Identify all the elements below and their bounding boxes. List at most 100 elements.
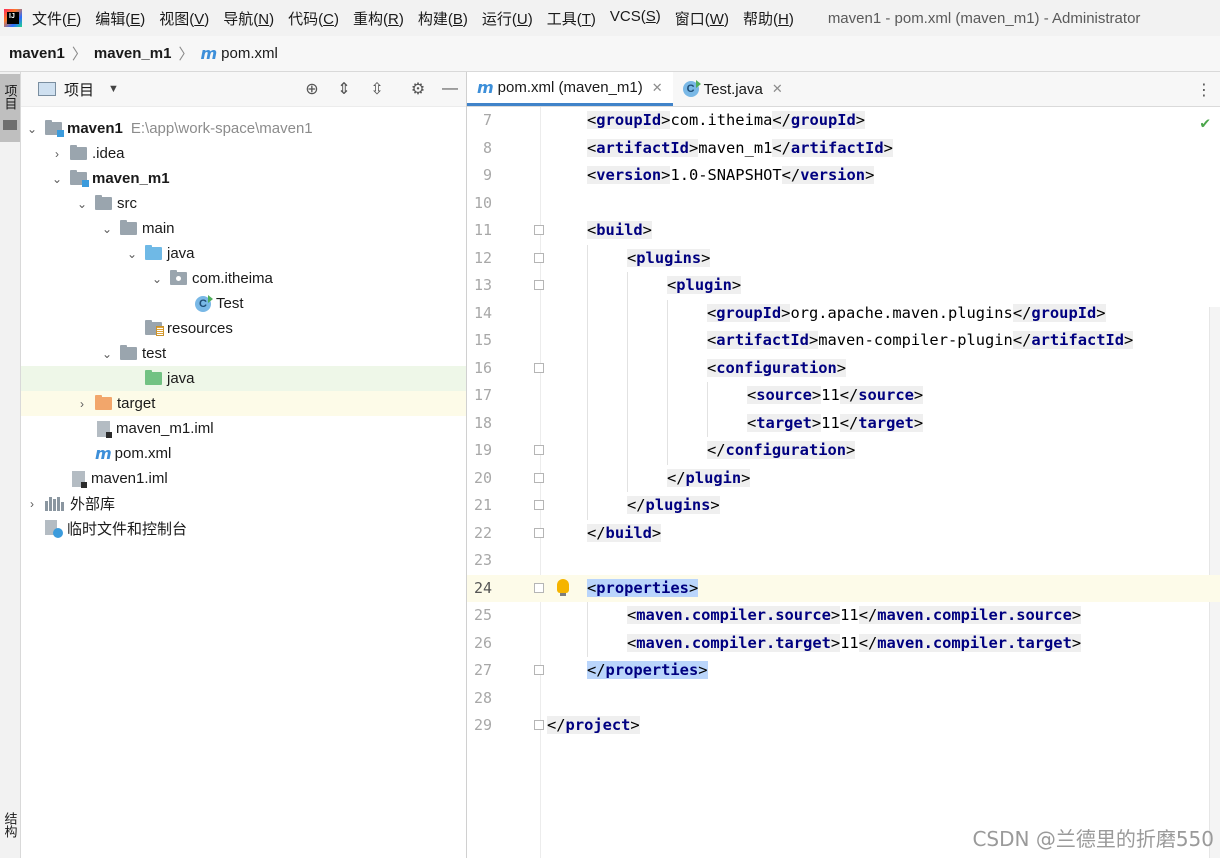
tree-item[interactable]: ⌄ java xyxy=(21,241,466,266)
more-options-icon[interactable]: ⋮ xyxy=(1196,80,1212,100)
tree-item[interactable]: ›resources xyxy=(21,316,466,341)
lightbulb-icon[interactable] xyxy=(557,578,569,596)
tree-item[interactable]: ⌄ main xyxy=(21,216,466,241)
project-panel-header: 项目 ▼ ⊕ ⇕ ⇳ ⚙ — xyxy=(21,72,466,107)
fold-marker-icon[interactable] xyxy=(534,527,544,538)
tree-item[interactable]: ⌄ src xyxy=(21,191,466,216)
xml-close-tag: </artifactId> xyxy=(1012,331,1134,349)
fold-marker-icon[interactable] xyxy=(534,280,544,290)
menu-item-10[interactable]: 窗口(W) xyxy=(675,8,729,29)
tree-item-label: target xyxy=(117,395,156,412)
chevron-down-icon[interactable]: ⌄ xyxy=(100,347,114,361)
fold-marker-icon[interactable] xyxy=(534,445,544,455)
window-title: maven1 - pom.xml (maven_m1) - Administra… xyxy=(827,9,1141,27)
xml-open-tag: <source> xyxy=(747,386,822,404)
menu-item-3[interactable]: 导航(N) xyxy=(223,8,274,29)
xml-close-tag: </groupId> xyxy=(772,111,866,129)
xml-open-tag: <groupId> xyxy=(587,111,671,129)
project-tool-tab[interactable]: 项目 xyxy=(0,74,20,142)
menu-item-7[interactable]: 运行(U) xyxy=(482,8,533,29)
menu-item-label: VCS xyxy=(609,7,641,25)
tree-item[interactable]: ⌄ maven_m1 xyxy=(21,166,466,191)
code-line: 16 <configuration> xyxy=(467,355,1220,383)
breadcrumb-module[interactable]: maven_m1 xyxy=(94,45,172,62)
xml-value: 11 xyxy=(840,633,859,652)
tree-item[interactable]: ›maven_m1.iml xyxy=(21,416,466,441)
folder-icon xyxy=(95,195,112,210)
close-icon[interactable]: ✕ xyxy=(652,80,663,96)
line-number: 12 xyxy=(473,248,492,267)
line-number: 17 xyxy=(473,386,492,404)
fold-marker-icon[interactable] xyxy=(534,225,544,235)
menu-item-11[interactable]: 帮助(H) xyxy=(743,8,794,29)
close-icon[interactable]: ✕ xyxy=(772,81,783,97)
code-editor[interactable]: ✔ 7 <groupId>com.itheima</groupId> 8 <artif… xyxy=(467,107,1220,858)
tree-item[interactable]: › 外部库 xyxy=(21,491,466,516)
fold-marker-icon[interactable] xyxy=(534,665,544,675)
xml-close-tag: </plugin> xyxy=(667,468,751,487)
tree-item[interactable]: ⌄ com.itheima xyxy=(21,266,466,291)
code-text: <plugin> xyxy=(667,272,742,300)
menu-item-9[interactable]: VCS(S) xyxy=(610,8,661,29)
expand-all-icon[interactable]: ⇕ xyxy=(333,78,355,100)
line-number: 9 xyxy=(482,166,492,184)
fold-marker-icon[interactable] xyxy=(534,472,544,483)
chevron-right-icon[interactable]: › xyxy=(25,497,39,511)
chevron-down-icon[interactable]: ⌄ xyxy=(50,172,64,186)
project-panel-title[interactable]: 项目 xyxy=(64,79,94,100)
breadcrumb-file[interactable]: pom.xml xyxy=(221,45,278,62)
menu-item-mnemonic: S xyxy=(645,7,656,25)
menu-item-4[interactable]: 代码(C) xyxy=(288,8,339,29)
tree-item[interactable]: ›CTest xyxy=(21,291,466,316)
xml-tag-name: artifactId xyxy=(790,138,884,157)
tab-pom-xml[interactable]: m pom.xml (maven_m1) ✕ xyxy=(467,72,673,106)
tree-item[interactable]: › target xyxy=(21,391,466,416)
indent-guide xyxy=(587,602,588,657)
tree-item[interactable]: ⌄ test xyxy=(21,341,466,366)
chevron-right-icon[interactable]: › xyxy=(75,397,89,411)
tree-item[interactable]: ›java xyxy=(21,366,466,391)
xml-value: maven_m1 xyxy=(698,138,773,157)
menu-item-mnemonic: W xyxy=(709,10,724,28)
chevron-right-icon[interactable]: › xyxy=(50,147,64,161)
menu-item-0[interactable]: 文件(F) xyxy=(32,8,81,29)
tree-item[interactable]: ›maven1.iml xyxy=(21,466,466,491)
tree-item[interactable]: ›mpom.xml xyxy=(21,441,466,466)
breadcrumb-project[interactable]: maven1 xyxy=(9,45,65,62)
code-text: <version>1.0-SNAPSHOT</version> xyxy=(587,162,875,190)
fold-marker-icon[interactable] xyxy=(534,720,544,730)
fold-marker-icon[interactable] xyxy=(534,500,544,510)
collapse-all-icon[interactable]: ⇳ xyxy=(366,78,388,100)
locate-target-icon[interactable]: ⊕ xyxy=(301,78,323,100)
menu-item-5[interactable]: 重构(R) xyxy=(353,8,404,29)
folder-icon xyxy=(70,145,87,160)
menu-item-2[interactable]: 视图(V) xyxy=(159,8,209,29)
gear-icon[interactable]: ⚙ xyxy=(407,78,429,100)
minimize-icon[interactable]: — xyxy=(439,78,461,100)
chevron-down-icon[interactable]: ⌄ xyxy=(25,122,39,136)
tree-item[interactable]: ›临时文件和控制台 xyxy=(21,516,466,541)
tree-item[interactable]: ⌄ maven1 E:\app\work-space\maven1 xyxy=(21,116,466,141)
fold-marker-icon[interactable] xyxy=(534,362,544,373)
xml-value: org.apache.maven.plugins xyxy=(790,303,1013,322)
tab-test-java[interactable]: C Test.java ✕ xyxy=(673,72,793,106)
fold-marker-icon[interactable] xyxy=(534,252,544,263)
chevron-down-icon[interactable]: ⌄ xyxy=(150,272,164,286)
xml-value: 11 xyxy=(821,413,840,432)
line-number: 8 xyxy=(482,138,492,157)
xml-close-tag: </maven.compiler.source> xyxy=(858,606,1082,624)
tree-item[interactable]: › .idea xyxy=(21,141,466,166)
chevron-down-icon[interactable]: ⌄ xyxy=(100,222,114,236)
menu-item-6[interactable]: 构建(B) xyxy=(418,8,468,29)
chevron-down-icon[interactable]: ⌄ xyxy=(75,197,89,211)
code-line: 20 </plugin> xyxy=(467,465,1220,493)
menu-item-8[interactable]: 工具(T) xyxy=(547,8,596,29)
chevron-down-icon[interactable]: ▼ xyxy=(108,83,119,95)
xml-open-tag: <plugins> xyxy=(627,248,711,267)
fold-marker-icon[interactable] xyxy=(534,582,544,593)
menu-item-1[interactable]: 编辑(E) xyxy=(95,8,145,29)
test-source-folder-icon xyxy=(145,370,162,385)
maven-file-icon: m xyxy=(95,444,112,463)
structure-tool-tab[interactable]: 结构 xyxy=(0,792,20,858)
chevron-down-icon[interactable]: ⌄ xyxy=(125,247,139,261)
